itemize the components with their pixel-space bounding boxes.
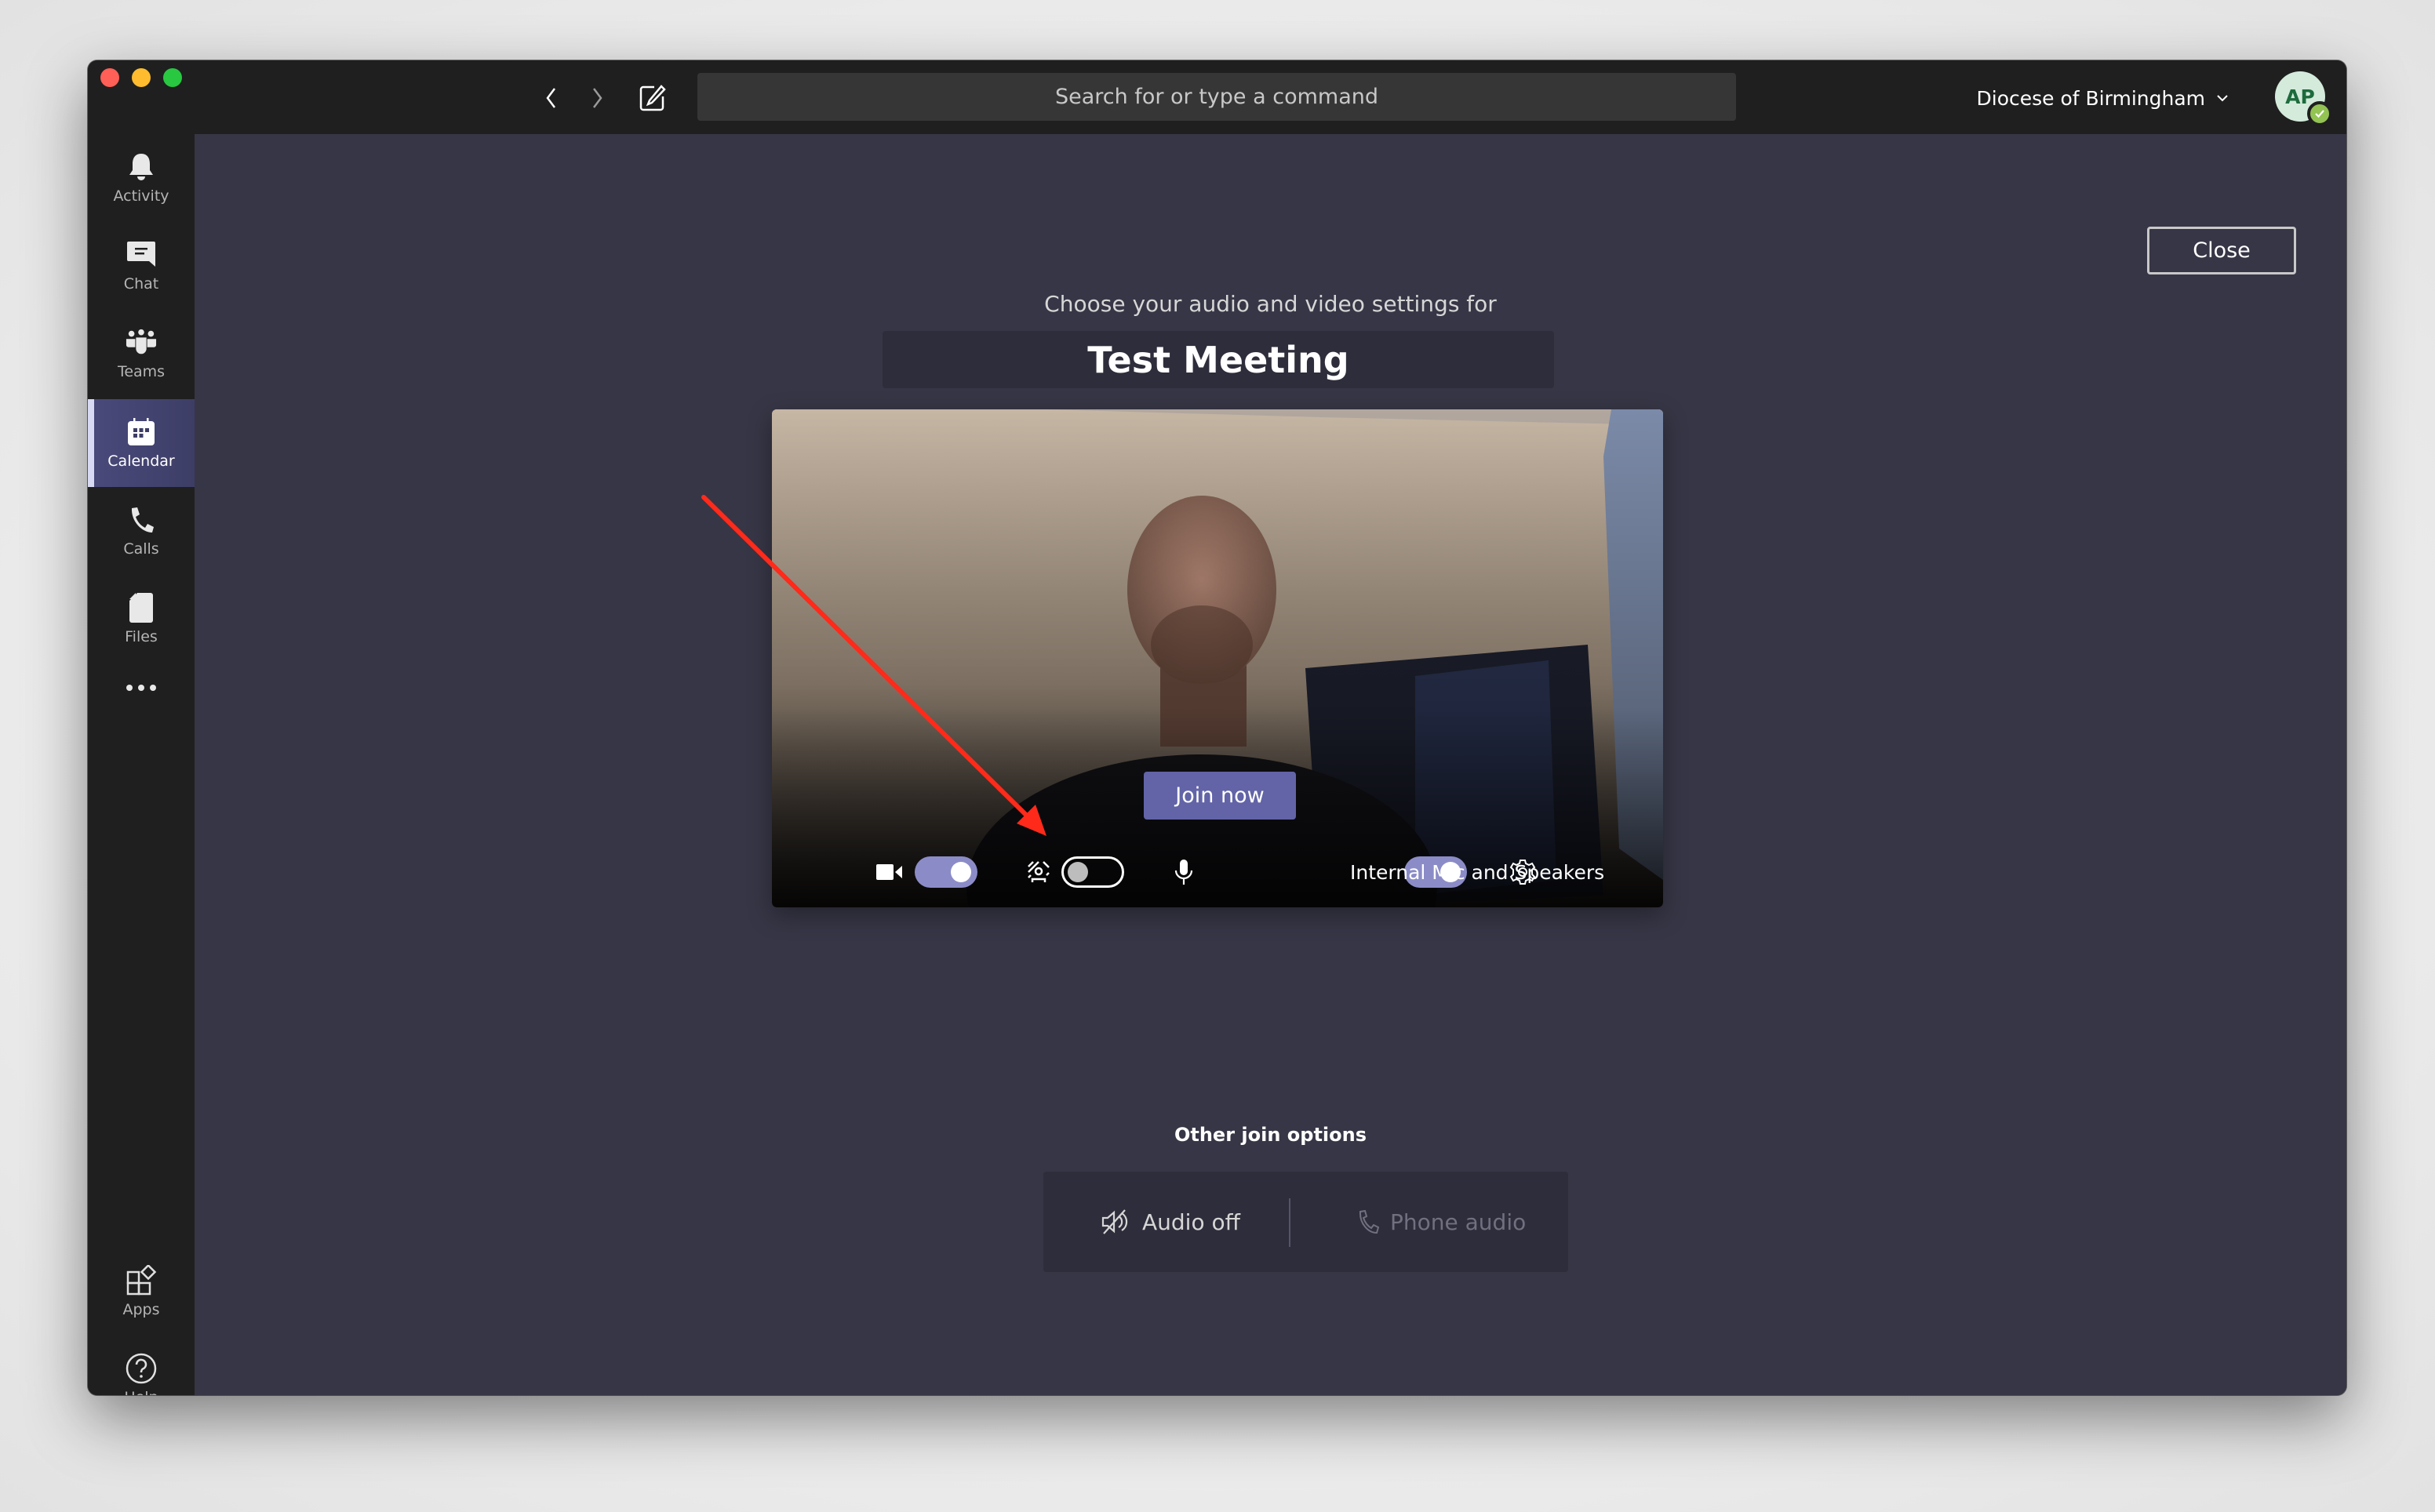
forward-button[interactable]	[581, 82, 613, 114]
pre-join-screen: Close Choose your audio and video settin…	[195, 134, 2346, 1395]
settings-prompt: Choose your audio and video settings for	[1044, 291, 1497, 317]
help-icon	[126, 1353, 157, 1384]
search-input[interactable]: Search for or type a command	[697, 73, 1736, 121]
microphone-icon	[1174, 856, 1193, 888]
audio-off-label: Audio off	[1142, 1209, 1240, 1235]
speaker-off-icon	[1101, 1209, 1128, 1234]
teams-icon	[126, 327, 157, 358]
audio-device-label[interactable]: Internal Mic and Speakers	[1350, 856, 1604, 888]
close-button-label: Close	[2193, 238, 2251, 263]
sidebar-item-label: Calls	[123, 540, 159, 558]
meeting-title-text: Test Meeting	[1087, 338, 1349, 381]
options-divider	[1289, 1198, 1290, 1247]
sidebar-item-label: Chat	[123, 275, 159, 293]
teams-window: Search for or type a command Diocese of …	[88, 60, 2346, 1395]
video-preview: Join now Internal Mic and Speakers	[772, 409, 1663, 907]
background-blur-icon	[1027, 856, 1050, 888]
sidebar-item-label: Files	[125, 628, 158, 645]
file-icon	[126, 592, 157, 623]
org-switcher[interactable]: Diocese of Birmingham	[1977, 82, 2229, 114]
back-button[interactable]	[536, 82, 567, 114]
join-now-button[interactable]: Join now	[1144, 772, 1296, 820]
bell-icon	[126, 151, 157, 183]
sidebar-item-label: Help	[124, 1389, 158, 1395]
sidebar-item-activity[interactable]: Activity	[88, 134, 195, 222]
title-bar: Search for or type a command Diocese of …	[88, 60, 2346, 134]
compose-icon	[639, 85, 666, 111]
sidebar-item-calls[interactable]: Calls	[88, 487, 195, 575]
calendar-icon	[126, 416, 157, 448]
close-button[interactable]: Close	[2147, 227, 2296, 274]
sidebar-item-label: Apps	[122, 1301, 160, 1318]
zoom-window-button[interactable]	[163, 68, 182, 87]
chevron-right-icon	[593, 88, 602, 108]
other-join-options: Audio off Phone audio	[1043, 1172, 1568, 1272]
camera-toggle[interactable]	[915, 856, 977, 888]
background-effects-toggle[interactable]	[1061, 856, 1124, 888]
camera-icon	[876, 856, 903, 888]
apps-icon	[126, 1265, 157, 1296]
other-join-options-heading: Other join options	[1174, 1124, 1367, 1146]
minimize-window-button[interactable]	[132, 68, 151, 87]
phone-audio-label: Phone audio	[1390, 1209, 1527, 1235]
more-icon	[126, 672, 157, 703]
meeting-title: Test Meeting	[883, 331, 1554, 388]
sidebar-item-label: Activity	[113, 187, 169, 205]
search-placeholder: Search for or type a command	[1054, 85, 1379, 109]
phone-icon	[1359, 1209, 1379, 1234]
chevron-left-icon	[546, 88, 555, 108]
sidebar-item-label: Calendar	[107, 453, 175, 470]
app-bar: Activity Chat Teams Calendar Calls Files…	[88, 134, 195, 1395]
phone-audio-button[interactable]: Phone audio	[1357, 1172, 1526, 1272]
camera-feed-image	[772, 409, 1663, 907]
org-name: Diocese of Birmingham	[1976, 86, 2205, 110]
sidebar-item-label: Teams	[117, 363, 166, 380]
presence-available-icon	[2307, 101, 2332, 126]
phone-icon	[126, 504, 157, 536]
sidebar-item-teams[interactable]: Teams	[88, 310, 195, 398]
chevron-down-icon	[2217, 95, 2228, 102]
sidebar-item-more[interactable]	[88, 649, 195, 727]
close-window-button[interactable]	[100, 68, 119, 87]
compose-button[interactable]	[637, 82, 668, 114]
device-controls: Internal Mic and Speakers	[772, 856, 1663, 888]
chat-icon	[126, 239, 157, 271]
audio-off-button[interactable]: Audio off	[1101, 1172, 1240, 1272]
sidebar-item-apps[interactable]: Apps	[88, 1248, 195, 1336]
sidebar-item-help[interactable]: Help	[88, 1336, 195, 1395]
sidebar-item-chat[interactable]: Chat	[88, 222, 195, 310]
sidebar-item-calendar[interactable]: Calendar	[88, 399, 195, 487]
join-now-label: Join now	[1175, 783, 1265, 808]
